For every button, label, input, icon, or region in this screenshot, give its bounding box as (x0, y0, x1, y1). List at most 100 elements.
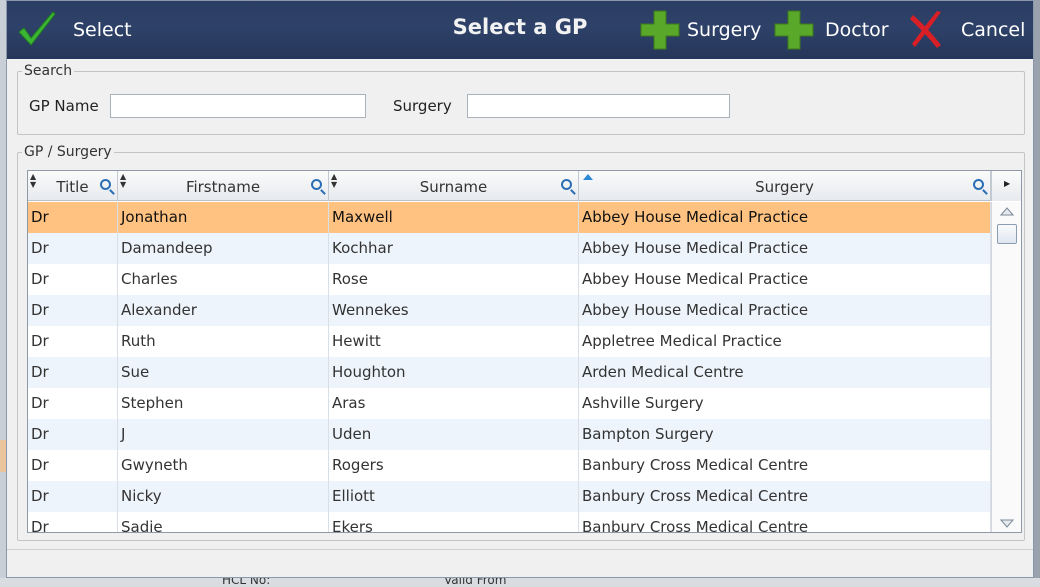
cell-firstname: Charles (118, 264, 329, 295)
cell-surname: Rose (329, 264, 579, 295)
table-row[interactable]: Dr Alexander Wennekes Abbey House Medical P… (28, 295, 991, 326)
footer-divider (7, 549, 1033, 550)
sort-icon[interactable]: ▲ ▼ (331, 173, 337, 189)
cell-title: Dr (28, 419, 118, 450)
table-row[interactable]: Dr Gwyneth Rogers Banbury Cross Medical Cen… (28, 450, 991, 481)
table-row[interactable]: Dr Sue Houghton Arden Medical Centre (28, 357, 991, 388)
cell-surgery: Arden Medical Centre (579, 357, 991, 388)
filter-icon[interactable] (100, 179, 111, 190)
cell-firstname: Damandeep (118, 233, 329, 264)
cell-surname: Elliott (329, 481, 579, 512)
sort-ascending-icon[interactable] (583, 174, 593, 180)
surgery-label: Surgery (687, 19, 762, 41)
dialog-toolbar: Select Select a GP Surgery Doctor Cancel (7, 1, 1033, 59)
sort-icon[interactable]: ▲ ▼ (30, 173, 36, 189)
column-header-firstname[interactable]: ▲ ▼ Firstname (118, 171, 329, 201)
cell-surgery: Appletree Medical Practice (579, 326, 991, 357)
scrollbar-thumb[interactable] (997, 224, 1017, 244)
vertical-scrollbar[interactable] (991, 202, 1021, 532)
chevron-right-icon: ▶ (1004, 179, 1011, 188)
grid-rows: Dr Jonathan Maxwell Abbey House Medical Pra… (28, 202, 991, 532)
column-header-title[interactable]: ▲ ▼ Title (28, 171, 118, 201)
filter-icon[interactable] (561, 179, 572, 190)
background-window-right (1034, 0, 1040, 587)
cell-surgery: Abbey House Medical Practice (579, 233, 991, 264)
table-row[interactable]: Dr J Uden Bampton Surgery (28, 419, 991, 450)
table-row[interactable]: Dr Jonathan Maxwell Abbey House Medical Pra… (28, 202, 991, 233)
cancel-label: Cancel (961, 19, 1026, 41)
surgery-filter-label: Surgery (393, 97, 452, 115)
cell-surgery: Abbey House Medical Practice (579, 295, 991, 326)
gp-surgery-legend: GP / Surgery (24, 144, 112, 160)
plus-icon (640, 10, 680, 50)
column-firstname-label: Firstname (185, 178, 261, 196)
cell-surgery: Bampton Surgery (579, 419, 991, 450)
cell-title: Dr (28, 202, 118, 233)
filter-icon[interactable] (311, 179, 322, 190)
plus-icon (774, 10, 814, 50)
column-surgery-label: Surgery (755, 178, 814, 196)
grid-header: ▲ ▼ Title ▲ ▼ Firstname ▲ ▼ Surname Surgery… (28, 171, 1021, 201)
table-row[interactable]: Dr Charles Rose Abbey House Medical Practic… (28, 264, 991, 295)
background-fragment: Valid From (444, 578, 507, 587)
table-row[interactable]: Dr Stephen Aras Ashville Surgery (28, 388, 991, 419)
cell-surname: Uden (329, 419, 579, 450)
cell-firstname: Nicky (118, 481, 329, 512)
background-fragment: HCL No: (222, 578, 271, 587)
cell-surgery: Banbury Cross Medical Centre (579, 481, 991, 512)
column-surname-label: Surname (419, 178, 488, 196)
cell-surname: Aras (329, 388, 579, 419)
cell-title: Dr (28, 326, 118, 357)
cell-firstname: Alexander (118, 295, 329, 326)
table-row[interactable]: Dr Sadie Ekers Banbury Cross Medical Centre (28, 512, 991, 532)
cell-surname: Wennekes (329, 295, 579, 326)
surgery-filter-input[interactable] (467, 94, 730, 118)
cancel-button[interactable]: Cancel (907, 1, 1025, 59)
cell-surname: Hewitt (329, 326, 579, 357)
cell-firstname: Jonathan (118, 202, 329, 233)
add-doctor-button[interactable]: Doctor (773, 1, 889, 59)
column-title-label: Title (56, 178, 89, 196)
cell-firstname: Stephen (118, 388, 329, 419)
cell-firstname: Gwyneth (118, 450, 329, 481)
cell-surname: Rogers (329, 450, 579, 481)
cell-surgery: Abbey House Medical Practice (579, 264, 991, 295)
table-row[interactable]: Dr Damandeep Kochhar Abbey House Medical Pr… (28, 233, 991, 264)
table-row[interactable]: Dr Ruth Hewitt Appletree Medical Practice (28, 326, 991, 357)
gp-grid: ▲ ▼ Title ▲ ▼ Firstname ▲ ▼ Surname Surgery… (27, 170, 1022, 533)
doctor-label: Doctor (825, 19, 889, 41)
add-surgery-button[interactable]: Surgery (639, 1, 761, 59)
scroll-up-icon[interactable] (1000, 206, 1014, 216)
cell-title: Dr (28, 450, 118, 481)
cell-surgery: Ashville Surgery (579, 388, 991, 419)
search-legend: Search (24, 63, 73, 79)
cell-title: Dr (28, 481, 118, 512)
column-chooser-button[interactable]: ▶ (991, 171, 1021, 201)
cell-title: Dr (28, 512, 118, 532)
cell-title: Dr (28, 295, 118, 326)
cell-surname: Houghton (329, 357, 579, 388)
cell-title: Dr (28, 264, 118, 295)
cell-firstname: Ruth (118, 326, 329, 357)
cell-firstname: Sadie (118, 512, 329, 532)
cell-surname: Maxwell (329, 202, 579, 233)
scroll-down-icon[interactable] (1000, 519, 1014, 529)
cell-firstname: J (118, 419, 329, 450)
select-gp-dialog: Select Select a GP Surgery Doctor Cancel… (6, 0, 1034, 578)
cell-surgery: Abbey House Medical Practice (579, 202, 991, 233)
cell-title: Dr (28, 388, 118, 419)
close-icon (910, 11, 941, 48)
filter-icon[interactable] (973, 179, 984, 190)
gp-name-label: GP Name (29, 97, 99, 115)
column-header-surgery[interactable]: Surgery (579, 171, 991, 201)
cell-surgery: Banbury Cross Medical Centre (579, 512, 991, 532)
sort-icon[interactable]: ▲ ▼ (120, 173, 126, 189)
cell-title: Dr (28, 357, 118, 388)
cell-firstname: Sue (118, 357, 329, 388)
column-header-surname[interactable]: ▲ ▼ Surname (329, 171, 579, 201)
cell-title: Dr (28, 233, 118, 264)
cell-surname: Kochhar (329, 233, 579, 264)
background-window-bottom: HCL No: Valid From (0, 578, 1040, 587)
gp-name-input[interactable] (110, 94, 366, 118)
table-row[interactable]: Dr Nicky Elliott Banbury Cross Medical Cent… (28, 481, 991, 512)
